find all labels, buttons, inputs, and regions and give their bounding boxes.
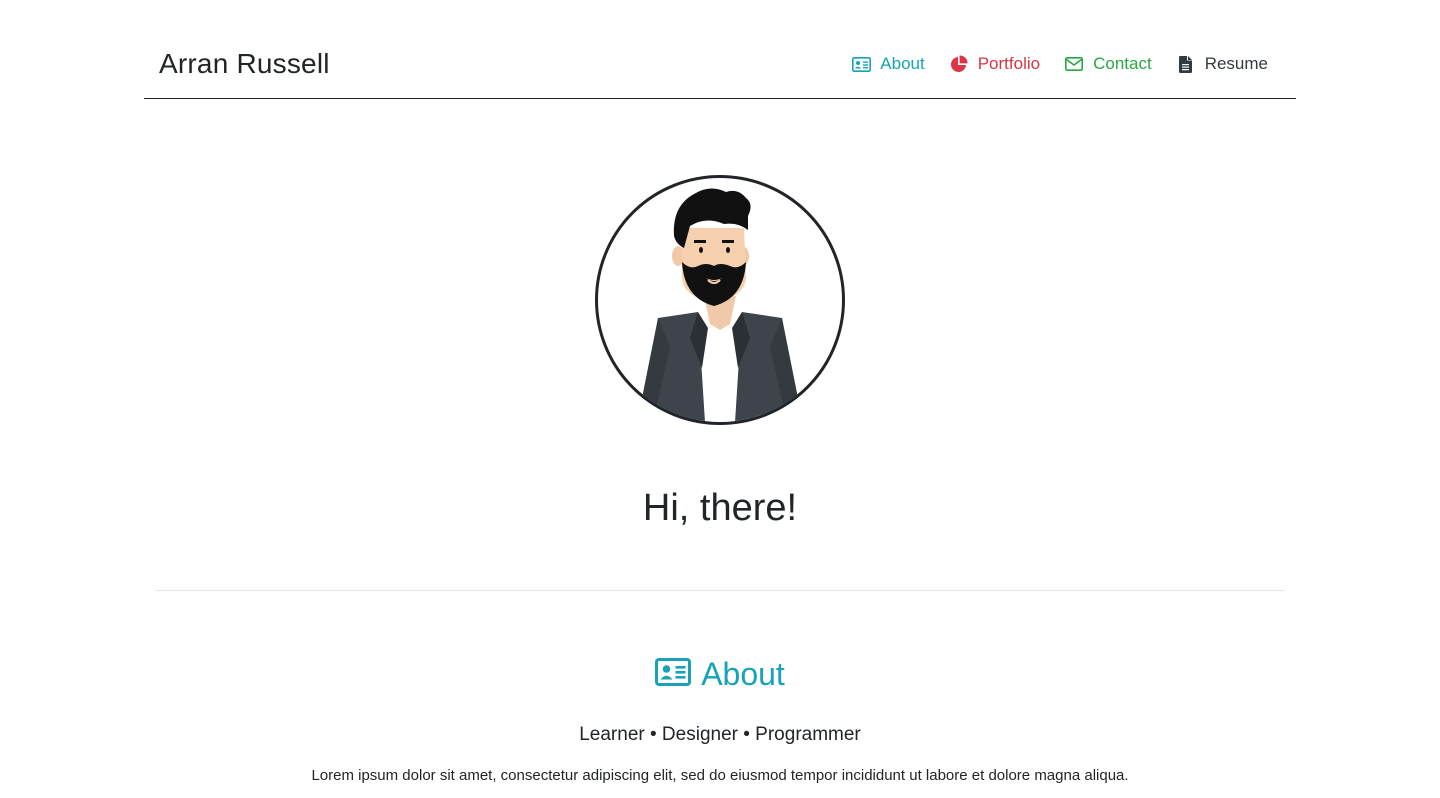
nav-label: Resume: [1204, 54, 1268, 73]
nav-link-contact[interactable]: Contact: [1064, 52, 1152, 76]
id-card-icon: [655, 658, 692, 690]
nav-label: Portfolio: [977, 54, 1041, 73]
about-tagline: Learner • Designer • Programmer: [579, 724, 861, 745]
site-header: Arran Russell About Portfolio Contact Re…: [144, 28, 1296, 99]
section-divider: [156, 590, 1284, 591]
hero-title: Hi, there!: [642, 487, 798, 529]
id-card-icon: [851, 54, 871, 74]
nav-label: Contact: [1093, 54, 1152, 73]
bearded-man-avatar-illustration: [640, 188, 800, 422]
pie-chart-icon: [949, 54, 969, 74]
site-brand[interactable]: Arran Russell: [159, 46, 330, 82]
nav-link-resume[interactable]: Resume: [1176, 52, 1268, 76]
main-nav: About Portfolio Contact Resume: [827, 52, 1268, 76]
about-text: Lorem ipsum dolor sit amet, consectetur …: [311, 767, 1129, 784]
nav-label: About: [880, 54, 925, 73]
avatar: [595, 175, 845, 425]
envelope-icon: [1064, 54, 1084, 74]
nav-link-about[interactable]: About: [851, 52, 925, 76]
file-icon: [1176, 54, 1196, 74]
about-heading: About: [0, 653, 1440, 695]
about-heading-text: About: [701, 656, 785, 692]
page: Arran Russell About Portfolio Contact Re…: [0, 0, 1440, 798]
nav-link-portfolio[interactable]: Portfolio: [949, 52, 1040, 76]
